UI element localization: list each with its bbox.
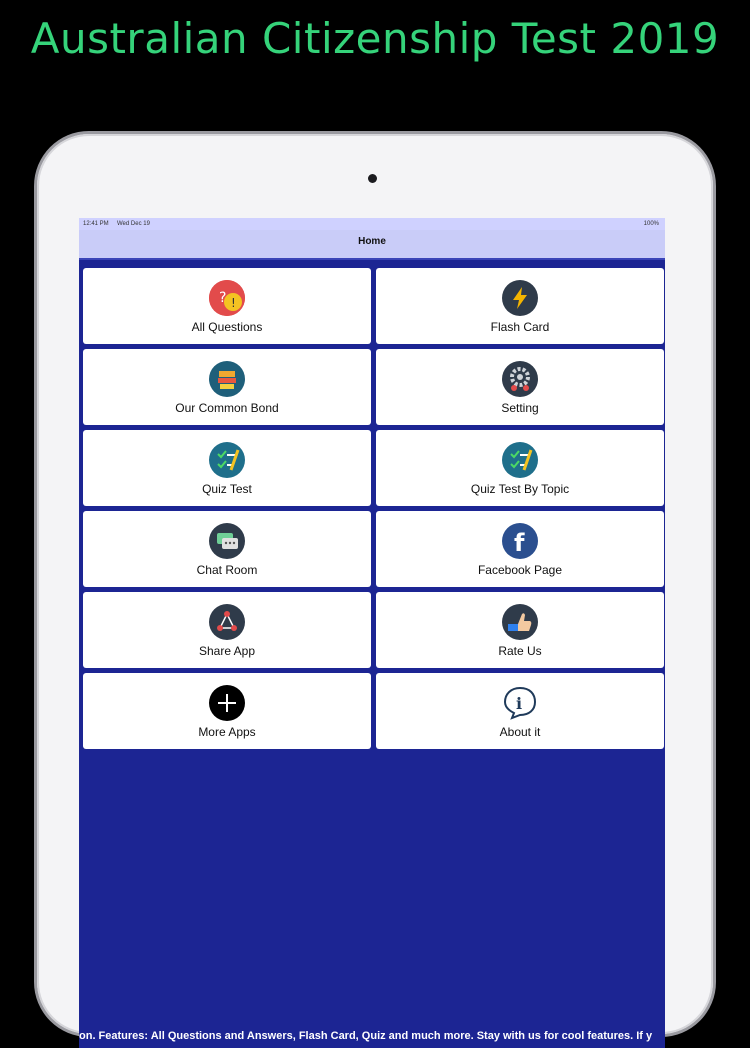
menu-label: Share App xyxy=(198,644,256,658)
menu-tile-all-questions[interactable]: ?! All Questions xyxy=(83,268,371,344)
share-icon xyxy=(209,604,245,640)
status-time: 12:41 PM xyxy=(83,221,109,227)
page-title: Home xyxy=(358,236,386,247)
status-date: Wed Dec 19 xyxy=(117,221,150,227)
menu-label: Facebook Page xyxy=(477,563,563,577)
camera-dot xyxy=(368,174,377,183)
menu-grid: ?! All Questions Flash Card Our Common B… xyxy=(83,268,665,749)
menu-label: More Apps xyxy=(198,725,256,739)
thumbs-up-icon xyxy=(502,604,538,640)
tablet-frame: 12:41 PM Wed Dec 19 100% Home ?! All Que… xyxy=(37,134,713,1048)
status-bar: 12:41 PM Wed Dec 19 100% xyxy=(79,218,665,230)
menu-tile-facebook-page[interactable]: f Facebook Page xyxy=(376,511,664,587)
menu-tile-more-apps[interactable]: More Apps xyxy=(83,673,371,749)
menu-tile-common-bond[interactable]: Our Common Bond xyxy=(83,349,371,425)
checklist-icon xyxy=(209,442,245,478)
menu-label: About it xyxy=(499,725,541,739)
chat-icon xyxy=(209,523,245,559)
svg-text:!: ! xyxy=(231,296,236,310)
nav-bar: Home xyxy=(79,230,665,260)
menu-label: All Questions xyxy=(191,320,263,334)
svg-text:f: f xyxy=(514,529,525,557)
svg-text:?: ? xyxy=(219,290,226,306)
menu-tile-share-app[interactable]: Share App xyxy=(83,592,371,668)
book-icon xyxy=(209,361,245,397)
plus-icon xyxy=(209,685,245,721)
menu-tile-rate-us[interactable]: Rate Us xyxy=(376,592,664,668)
svg-text:i: i xyxy=(516,694,522,713)
facebook-icon: f xyxy=(502,523,538,559)
menu-label: Rate Us xyxy=(498,644,542,658)
menu-label: Quiz Test xyxy=(202,482,252,496)
menu-label: Setting xyxy=(501,401,539,415)
menu-tile-about-it[interactable]: i About it xyxy=(376,673,664,749)
menu-label: Flash Card xyxy=(490,320,550,334)
info-icon: i xyxy=(502,685,538,721)
marquee-text: on. Features: All Questions and Answers,… xyxy=(79,1030,653,1042)
menu-label: Quiz Test By Topic xyxy=(470,482,570,496)
menu-tile-chat-room[interactable]: Chat Room xyxy=(83,511,371,587)
lightning-icon xyxy=(502,280,538,316)
app-screen: 12:41 PM Wed Dec 19 100% Home ?! All Que… xyxy=(79,218,665,1048)
status-battery: 100% xyxy=(643,221,659,227)
menu-tile-quiz-test[interactable]: Quiz Test xyxy=(83,430,371,506)
promo-title: Australian Citizenship Test 2019 xyxy=(30,14,720,63)
menu-tile-setting[interactable]: Setting xyxy=(376,349,664,425)
menu-tile-quiz-test-by-topic[interactable]: Quiz Test By Topic xyxy=(376,430,664,506)
menu-tile-flash-card[interactable]: Flash Card xyxy=(376,268,664,344)
menu-label: Chat Room xyxy=(196,563,258,577)
gear-icon xyxy=(502,361,538,397)
question-icon: ?! xyxy=(209,280,245,316)
menu-label: Our Common Bond xyxy=(175,401,279,415)
checklist-icon xyxy=(502,442,538,478)
